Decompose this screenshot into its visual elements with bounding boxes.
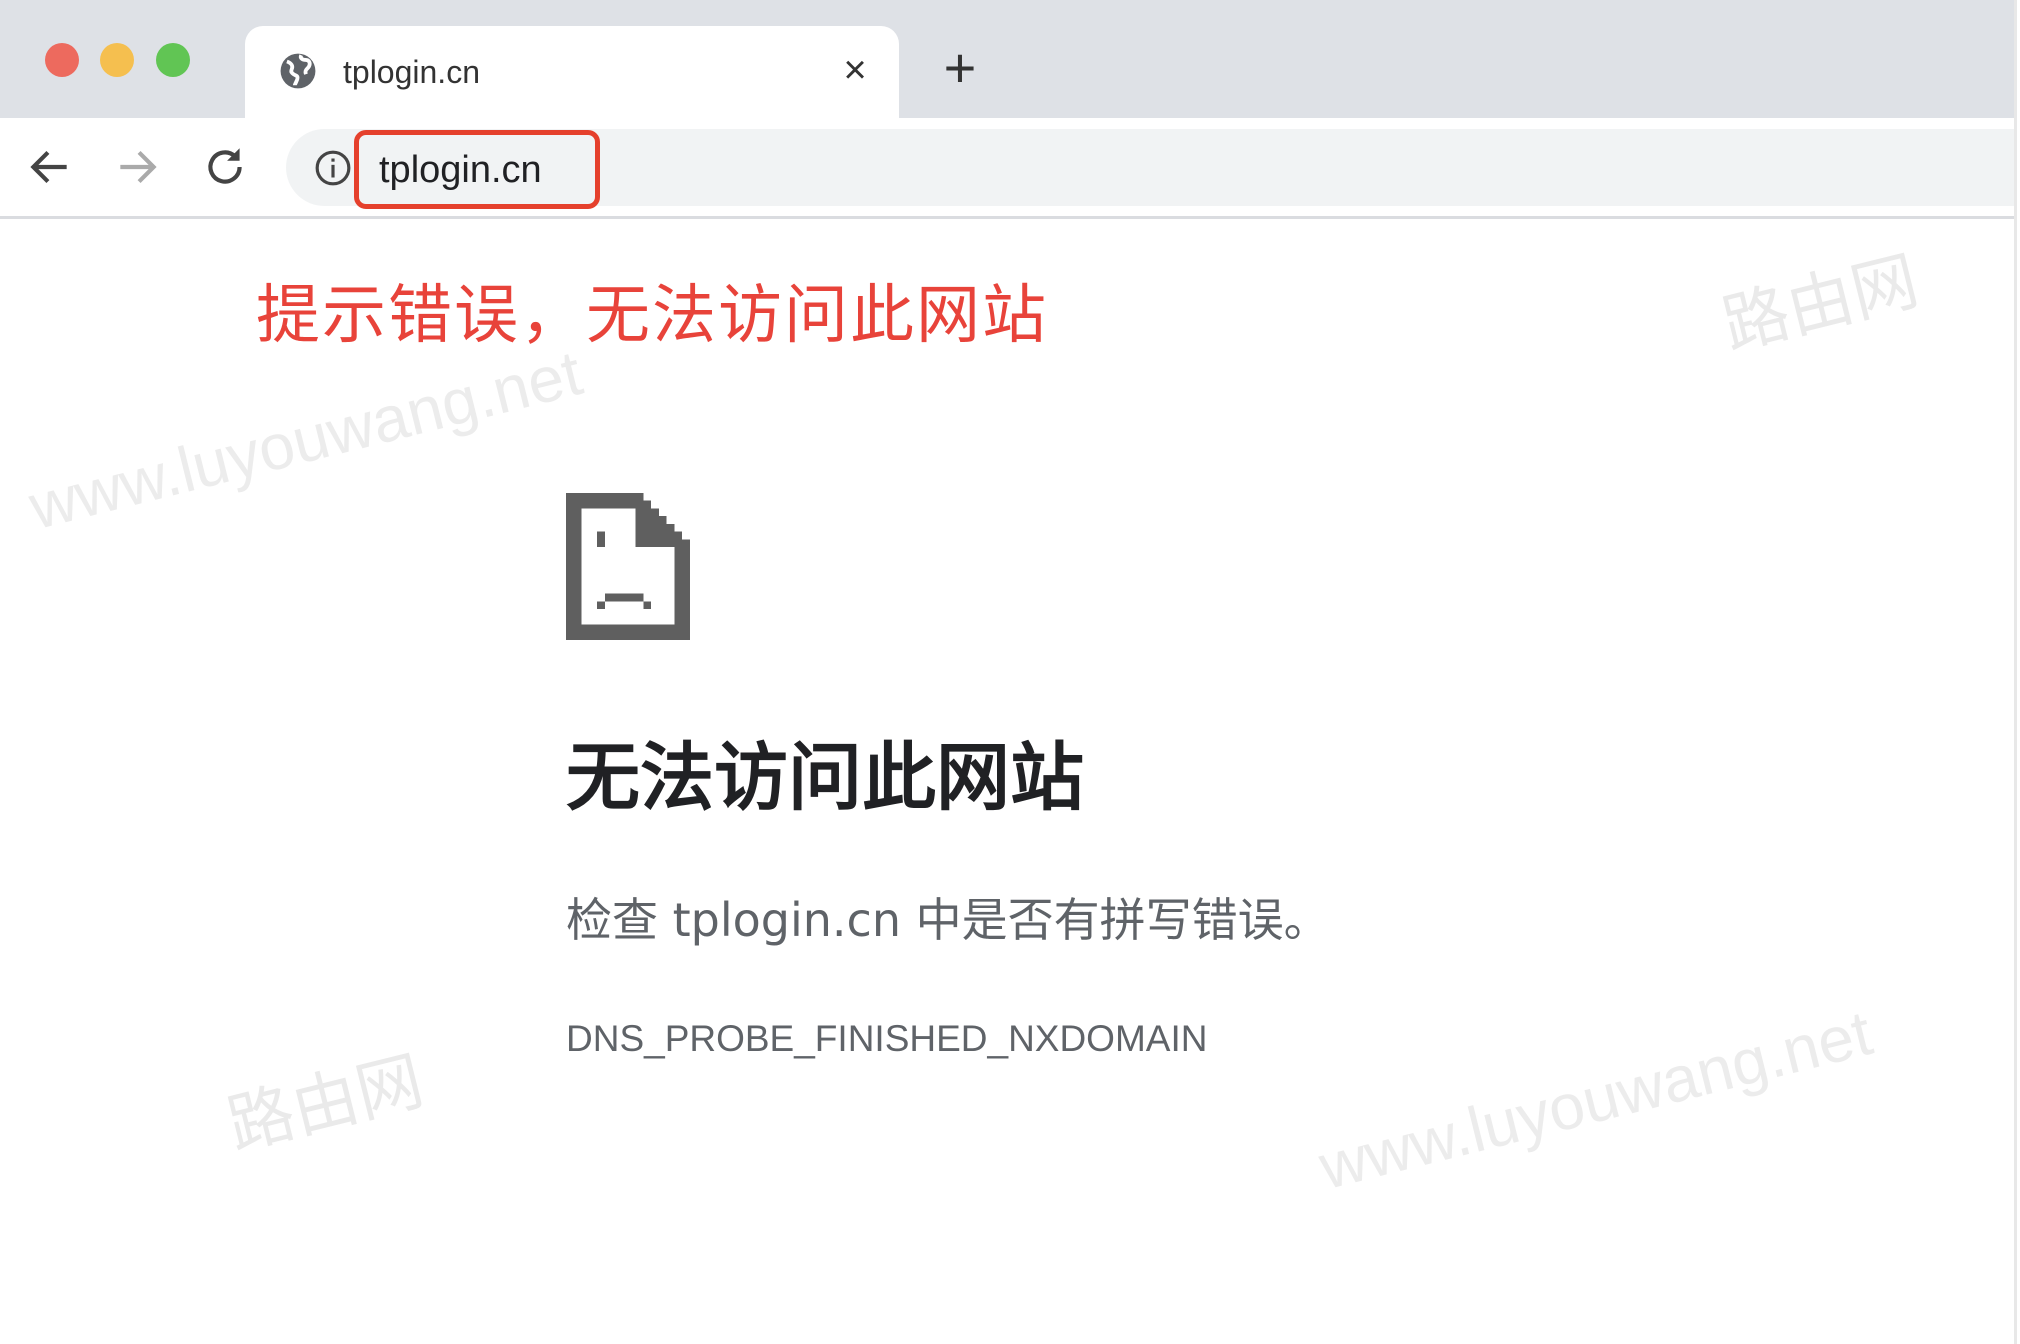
info-icon[interactable] [314, 149, 352, 187]
address-bar[interactable]: tplogin.cn [286, 129, 2014, 209]
error-heading: 无法访问此网站 [566, 735, 1084, 821]
tab-close-button[interactable]: × [833, 48, 877, 92]
new-tab-button[interactable]: + [935, 40, 985, 96]
window-maximize-button[interactable] [156, 43, 190, 77]
error-description: 检查 tplogin.cn 中是否有拼写错误。 [566, 893, 1330, 947]
browser-toolbar: tplogin.cn [0, 118, 2014, 219]
watermark-site: www.luyouwang.net [1312, 996, 1879, 1204]
reload-icon[interactable] [200, 142, 250, 192]
annotation-text: 提示错误，无法访问此网站 [256, 279, 1048, 353]
watermark-site: www.luyouwang.net [22, 336, 589, 544]
watermark-brand: 路由网 [1715, 243, 1926, 363]
sad-document-icon [566, 493, 690, 640]
error-code: DNS_PROBE_FINISHED_NXDOMAIN [566, 1018, 1208, 1059]
tab-title: tplogin.cn [343, 54, 480, 90]
window-edge [2014, 0, 2017, 1344]
url-text[interactable]: tplogin.cn [379, 147, 542, 193]
browser-tab[interactable]: tplogin.cn × [245, 26, 899, 118]
window-minimize-button[interactable] [100, 43, 134, 77]
watermark-brand: 路由网 [220, 1043, 431, 1163]
forward-arrow-icon[interactable] [112, 142, 162, 192]
globe-icon [280, 53, 316, 89]
url-highlight-box: tplogin.cn [354, 130, 600, 209]
window-close-button[interactable] [45, 43, 79, 77]
back-arrow-icon[interactable] [25, 142, 75, 192]
tab-strip: tplogin.cn × + [0, 0, 2014, 118]
